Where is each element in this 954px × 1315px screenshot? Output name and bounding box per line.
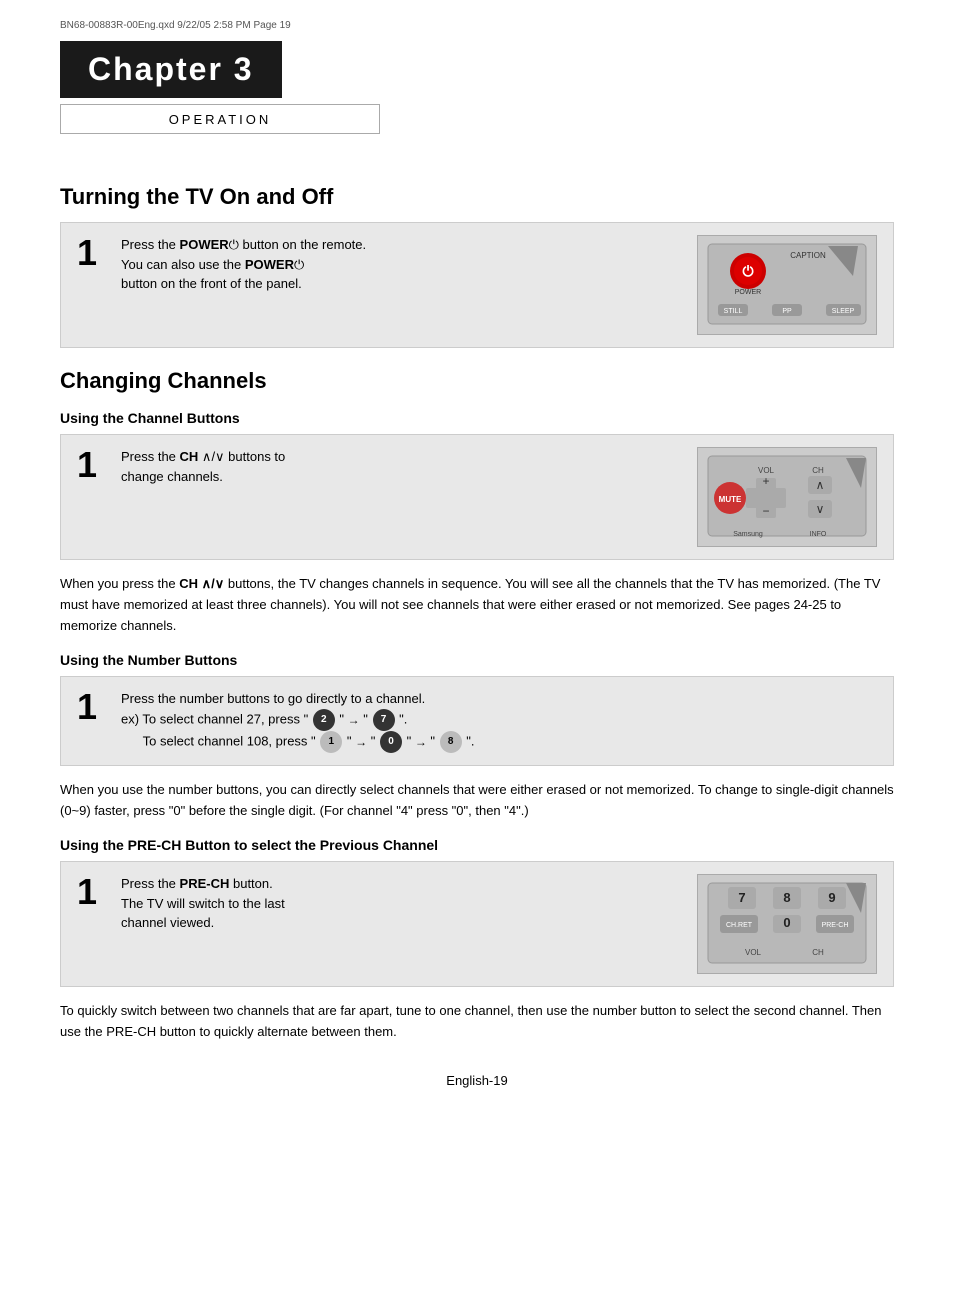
step-box-ch-buttons: 1 Press the CH ∧/∨ buttons to change cha… <box>60 434 894 560</box>
bold-power-2: POWER <box>245 257 294 272</box>
arrow-2: → <box>355 735 367 749</box>
svg-text:⏻: ⏻ <box>742 263 753 279</box>
ch-buttons-image: MUTE VOL CH + − ∧ ∨ <box>697 447 877 547</box>
power-remote-svg: ⏻ CAPTION POWER STILL PP SLEEP <box>698 236 876 334</box>
step-content-power: Press the POWER⏻ button on the remote. Y… <box>121 235 681 294</box>
section-heading-channels: Changing Channels <box>60 368 894 394</box>
svg-text:∨: ∨ <box>816 502 825 516</box>
subsection-pre-ch: Using the PRE-CH Button to select the Pr… <box>60 837 894 853</box>
num-btn-0: 0 <box>380 731 402 753</box>
section-changing-channels: Changing Channels Using the Channel Butt… <box>60 368 894 1043</box>
pre-ch-image: 7 8 9 CH.RET 0 PRE-CH VOL CH <box>697 874 877 974</box>
bold-power: POWER <box>180 237 229 252</box>
body-text-ch-buttons: When you press the CH ∧/∨ buttons, the T… <box>60 574 894 636</box>
subsection-number-buttons: Using the Number Buttons <box>60 652 894 668</box>
svg-text:−: − <box>762 504 769 518</box>
arrow-1: → <box>348 713 360 727</box>
svg-text:PP: PP <box>782 308 792 315</box>
page-container: BN68-00883R-00Eng.qxd 9/22/05 2:58 PM Pa… <box>0 0 954 1315</box>
arrow-3: → <box>415 735 427 749</box>
svg-text:POWER: POWER <box>735 289 761 296</box>
body-text-pre-ch: To quickly switch between two channels t… <box>60 1001 894 1043</box>
subtitle-box: Operation <box>60 104 380 134</box>
step-content-pre-ch: Press the PRE-CH button. The TV will swi… <box>121 874 681 933</box>
body-text-num-buttons: When you use the number buttons, you can… <box>60 780 894 822</box>
subsection-channel-buttons: Using the Channel Buttons <box>60 410 894 426</box>
section-turning-on-off: Turning the TV On and Off 1 Press the PO… <box>60 184 894 348</box>
svg-text:8: 8 <box>783 890 790 905</box>
step-box-pre-ch: 1 Press the PRE-CH button. The TV will s… <box>60 861 894 987</box>
step-number-pre-ch: 1 <box>77 874 105 910</box>
step-box-power: 1 Press the POWER⏻ button on the remote.… <box>60 222 894 348</box>
svg-text:+: + <box>762 474 769 488</box>
num-btn-2: 2 <box>313 709 335 731</box>
num-btn-8: 8 <box>440 731 462 753</box>
svg-text:STILL: STILL <box>724 308 743 315</box>
svg-text:∧: ∧ <box>816 478 825 492</box>
svg-text:CAPTION: CAPTION <box>790 251 826 260</box>
svg-text:INFO: INFO <box>810 531 827 538</box>
chapter-title: Chapter 3 <box>88 51 254 87</box>
pre-ch-svg: 7 8 9 CH.RET 0 PRE-CH VOL CH <box>698 875 876 973</box>
section-heading-power: Turning the TV On and Off <box>60 184 894 210</box>
svg-text:CH: CH <box>812 948 824 957</box>
step-number-1: 1 <box>77 235 105 271</box>
page-number: English-19 <box>446 1073 507 1088</box>
chapter-subtitle: Operation <box>169 112 272 127</box>
power-remote-image: ⏻ CAPTION POWER STILL PP SLEEP <box>697 235 877 335</box>
step-box-num-buttons: 1 Press the number buttons to go directl… <box>60 676 894 766</box>
svg-text:SLEEP: SLEEP <box>832 308 855 315</box>
svg-text:VOL: VOL <box>745 948 762 957</box>
svg-text:7: 7 <box>738 890 745 905</box>
num-btn-7: 7 <box>373 709 395 731</box>
svg-text:MUTE: MUTE <box>719 495 742 504</box>
step-content-ch: Press the CH ∧/∨ buttons to change chann… <box>121 447 681 486</box>
svg-text:Samsung: Samsung <box>733 531 763 538</box>
ch-buttons-svg: MUTE VOL CH + − ∧ ∨ <box>698 448 876 546</box>
svg-text:CH.RET: CH.RET <box>726 922 753 929</box>
page-footer: English-19 <box>60 1073 894 1088</box>
chapter-title-box: Chapter 3 <box>60 41 282 98</box>
svg-text:CH: CH <box>812 466 824 475</box>
svg-text:0: 0 <box>783 915 790 930</box>
bold-pre-ch: PRE-CH <box>180 876 230 891</box>
step-number-ch: 1 <box>77 447 105 483</box>
file-reference: BN68-00883R-00Eng.qxd 9/22/05 2:58 PM Pa… <box>60 20 894 31</box>
bold-ch: CH <box>180 449 199 464</box>
svg-text:PRE-CH: PRE-CH <box>822 922 849 929</box>
step-number-num: 1 <box>77 689 105 725</box>
num-btn-1: 1 <box>320 731 342 753</box>
svg-text:9: 9 <box>828 890 835 905</box>
step-content-num: Press the number buttons to go directly … <box>121 689 877 753</box>
